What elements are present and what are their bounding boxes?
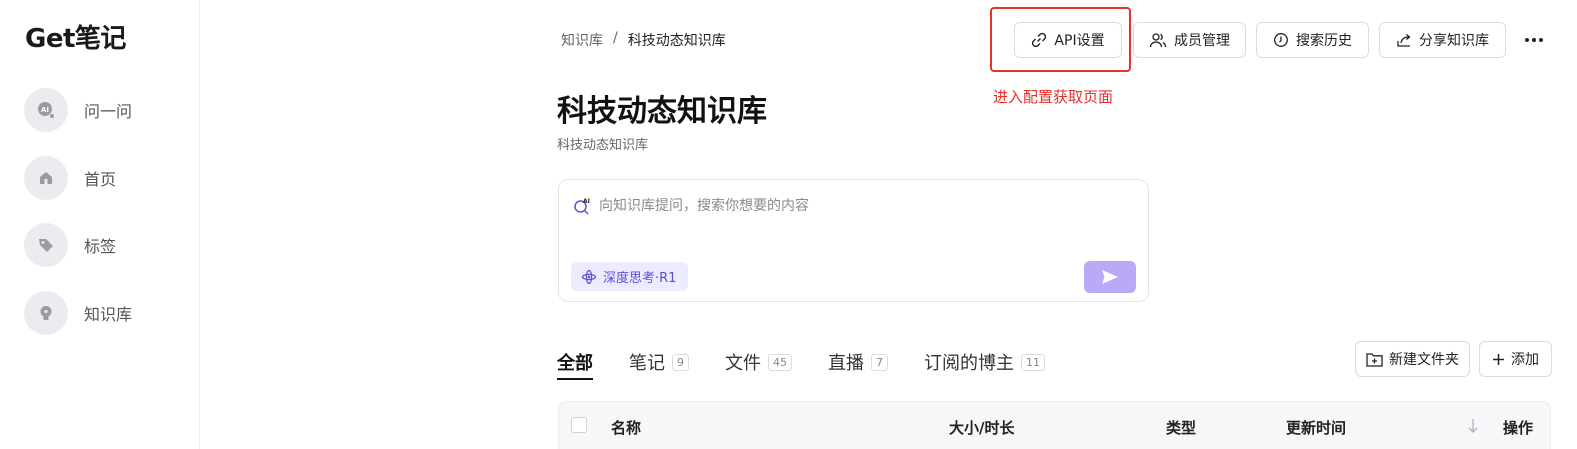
page-title: 科技动态知识库 bbox=[557, 94, 767, 129]
column-header-updated[interactable]: 更新时间 bbox=[1286, 417, 1346, 438]
column-header-type[interactable]: 类型 bbox=[1166, 417, 1196, 438]
member-management-button[interactable]: 成员管理 bbox=[1133, 22, 1246, 58]
tab-label: 订阅的博主 bbox=[924, 353, 1014, 374]
sidebar-item-ask[interactable]: AI 问一问 bbox=[24, 88, 194, 132]
member-management-label: 成员管理 bbox=[1174, 33, 1230, 49]
tab-count-badge: 9 bbox=[672, 353, 689, 371]
column-header-name[interactable]: 名称 bbox=[611, 417, 641, 438]
sidebar-item-knowledge[interactable]: 知识库 bbox=[24, 291, 194, 335]
content-tabs: 全部 笔记 9 文件 45 直播 7 订阅的博主 11 bbox=[557, 344, 1081, 380]
highlight-annotation-box bbox=[990, 7, 1131, 72]
ask-input[interactable] bbox=[599, 195, 1119, 217]
annotation-text: 进入配置获取页面 bbox=[993, 88, 1114, 106]
users-icon bbox=[1149, 33, 1167, 48]
page-subtitle: 科技动态知识库 bbox=[557, 138, 649, 153]
lightbulb-icon bbox=[24, 291, 68, 335]
new-folder-button[interactable]: 新建文件夹 bbox=[1355, 341, 1470, 377]
send-icon bbox=[1102, 270, 1118, 284]
share-knowledge-base-label: 分享知识库 bbox=[1419, 33, 1489, 49]
app-logo[interactable]: Get笔记 bbox=[25, 18, 126, 55]
search-history-button[interactable]: 搜索历史 bbox=[1256, 22, 1369, 58]
tab-label: 笔记 bbox=[629, 353, 665, 374]
folder-plus-icon bbox=[1366, 352, 1383, 367]
sidebar-item-label: 问一问 bbox=[84, 102, 133, 121]
sort-down-icon[interactable] bbox=[1467, 418, 1479, 434]
more-options-icon[interactable] bbox=[1521, 28, 1547, 52]
breadcrumb-root[interactable]: 知识库 bbox=[561, 30, 603, 50]
share-knowledge-base-button[interactable]: 分享知识库 bbox=[1379, 22, 1506, 58]
tab-files[interactable]: 文件 45 bbox=[725, 344, 792, 380]
send-button[interactable] bbox=[1084, 261, 1136, 293]
tab-live[interactable]: 直播 7 bbox=[828, 344, 888, 380]
tab-all[interactable]: 全部 bbox=[557, 344, 593, 380]
tab-label: 文件 bbox=[725, 353, 761, 374]
breadcrumb: 知识库 / 科技动态知识库 bbox=[561, 30, 726, 50]
sidebar-item-home[interactable]: 首页 bbox=[24, 156, 194, 200]
sidebar-item-label: 首页 bbox=[84, 170, 117, 189]
table-header: 名称 大小/时长 类型 更新时间 操作 bbox=[558, 401, 1551, 449]
tab-notes[interactable]: 笔记 9 bbox=[629, 344, 689, 380]
tag-icon bbox=[24, 223, 68, 267]
breadcrumb-current: 科技动态知识库 bbox=[627, 33, 726, 49]
sidebar-item-tags[interactable]: 标签 bbox=[24, 223, 194, 267]
home-icon bbox=[24, 156, 68, 200]
tab-label: 全部 bbox=[557, 353, 593, 374]
column-header-size[interactable]: 大小/时长 bbox=[949, 417, 1014, 438]
svg-text:AI: AI bbox=[41, 106, 49, 114]
deep-thinking-toggle[interactable]: 深度思考·R1 bbox=[571, 262, 689, 291]
share-icon bbox=[1397, 34, 1411, 47]
atom-icon bbox=[581, 269, 597, 284]
search-history-label: 搜索历史 bbox=[1296, 33, 1352, 49]
tab-label: 直播 bbox=[828, 353, 864, 374]
deep-thinking-label: 深度思考·R1 bbox=[603, 271, 677, 286]
add-button[interactable]: 添加 bbox=[1479, 341, 1552, 377]
svg-text:AI: AI bbox=[583, 198, 590, 205]
ai-search-icon: AI bbox=[574, 198, 590, 215]
plus-icon bbox=[1493, 353, 1504, 365]
tab-subscribed-bloggers[interactable]: 订阅的博主 11 bbox=[924, 344, 1045, 380]
select-all-checkbox[interactable] bbox=[571, 417, 587, 433]
sidebar-item-label: 知识库 bbox=[84, 305, 133, 324]
tab-count-badge: 11 bbox=[1021, 353, 1045, 371]
ai-chat-icon: AI bbox=[24, 88, 68, 132]
new-folder-label: 新建文件夹 bbox=[1389, 352, 1459, 368]
tab-count-badge: 7 bbox=[871, 353, 888, 371]
tab-count-badge: 45 bbox=[768, 353, 792, 371]
sidebar: Get笔记 AI 问一问 首页 标签 知识库 bbox=[0, 0, 200, 449]
sidebar-item-label: 标签 bbox=[84, 237, 117, 256]
add-label: 添加 bbox=[1511, 352, 1539, 368]
clock-icon bbox=[1274, 33, 1288, 47]
breadcrumb-separator: / bbox=[613, 30, 618, 46]
column-header-actions: 操作 bbox=[1503, 419, 1534, 437]
ask-box: AI 深度思考·R1 bbox=[558, 179, 1149, 302]
